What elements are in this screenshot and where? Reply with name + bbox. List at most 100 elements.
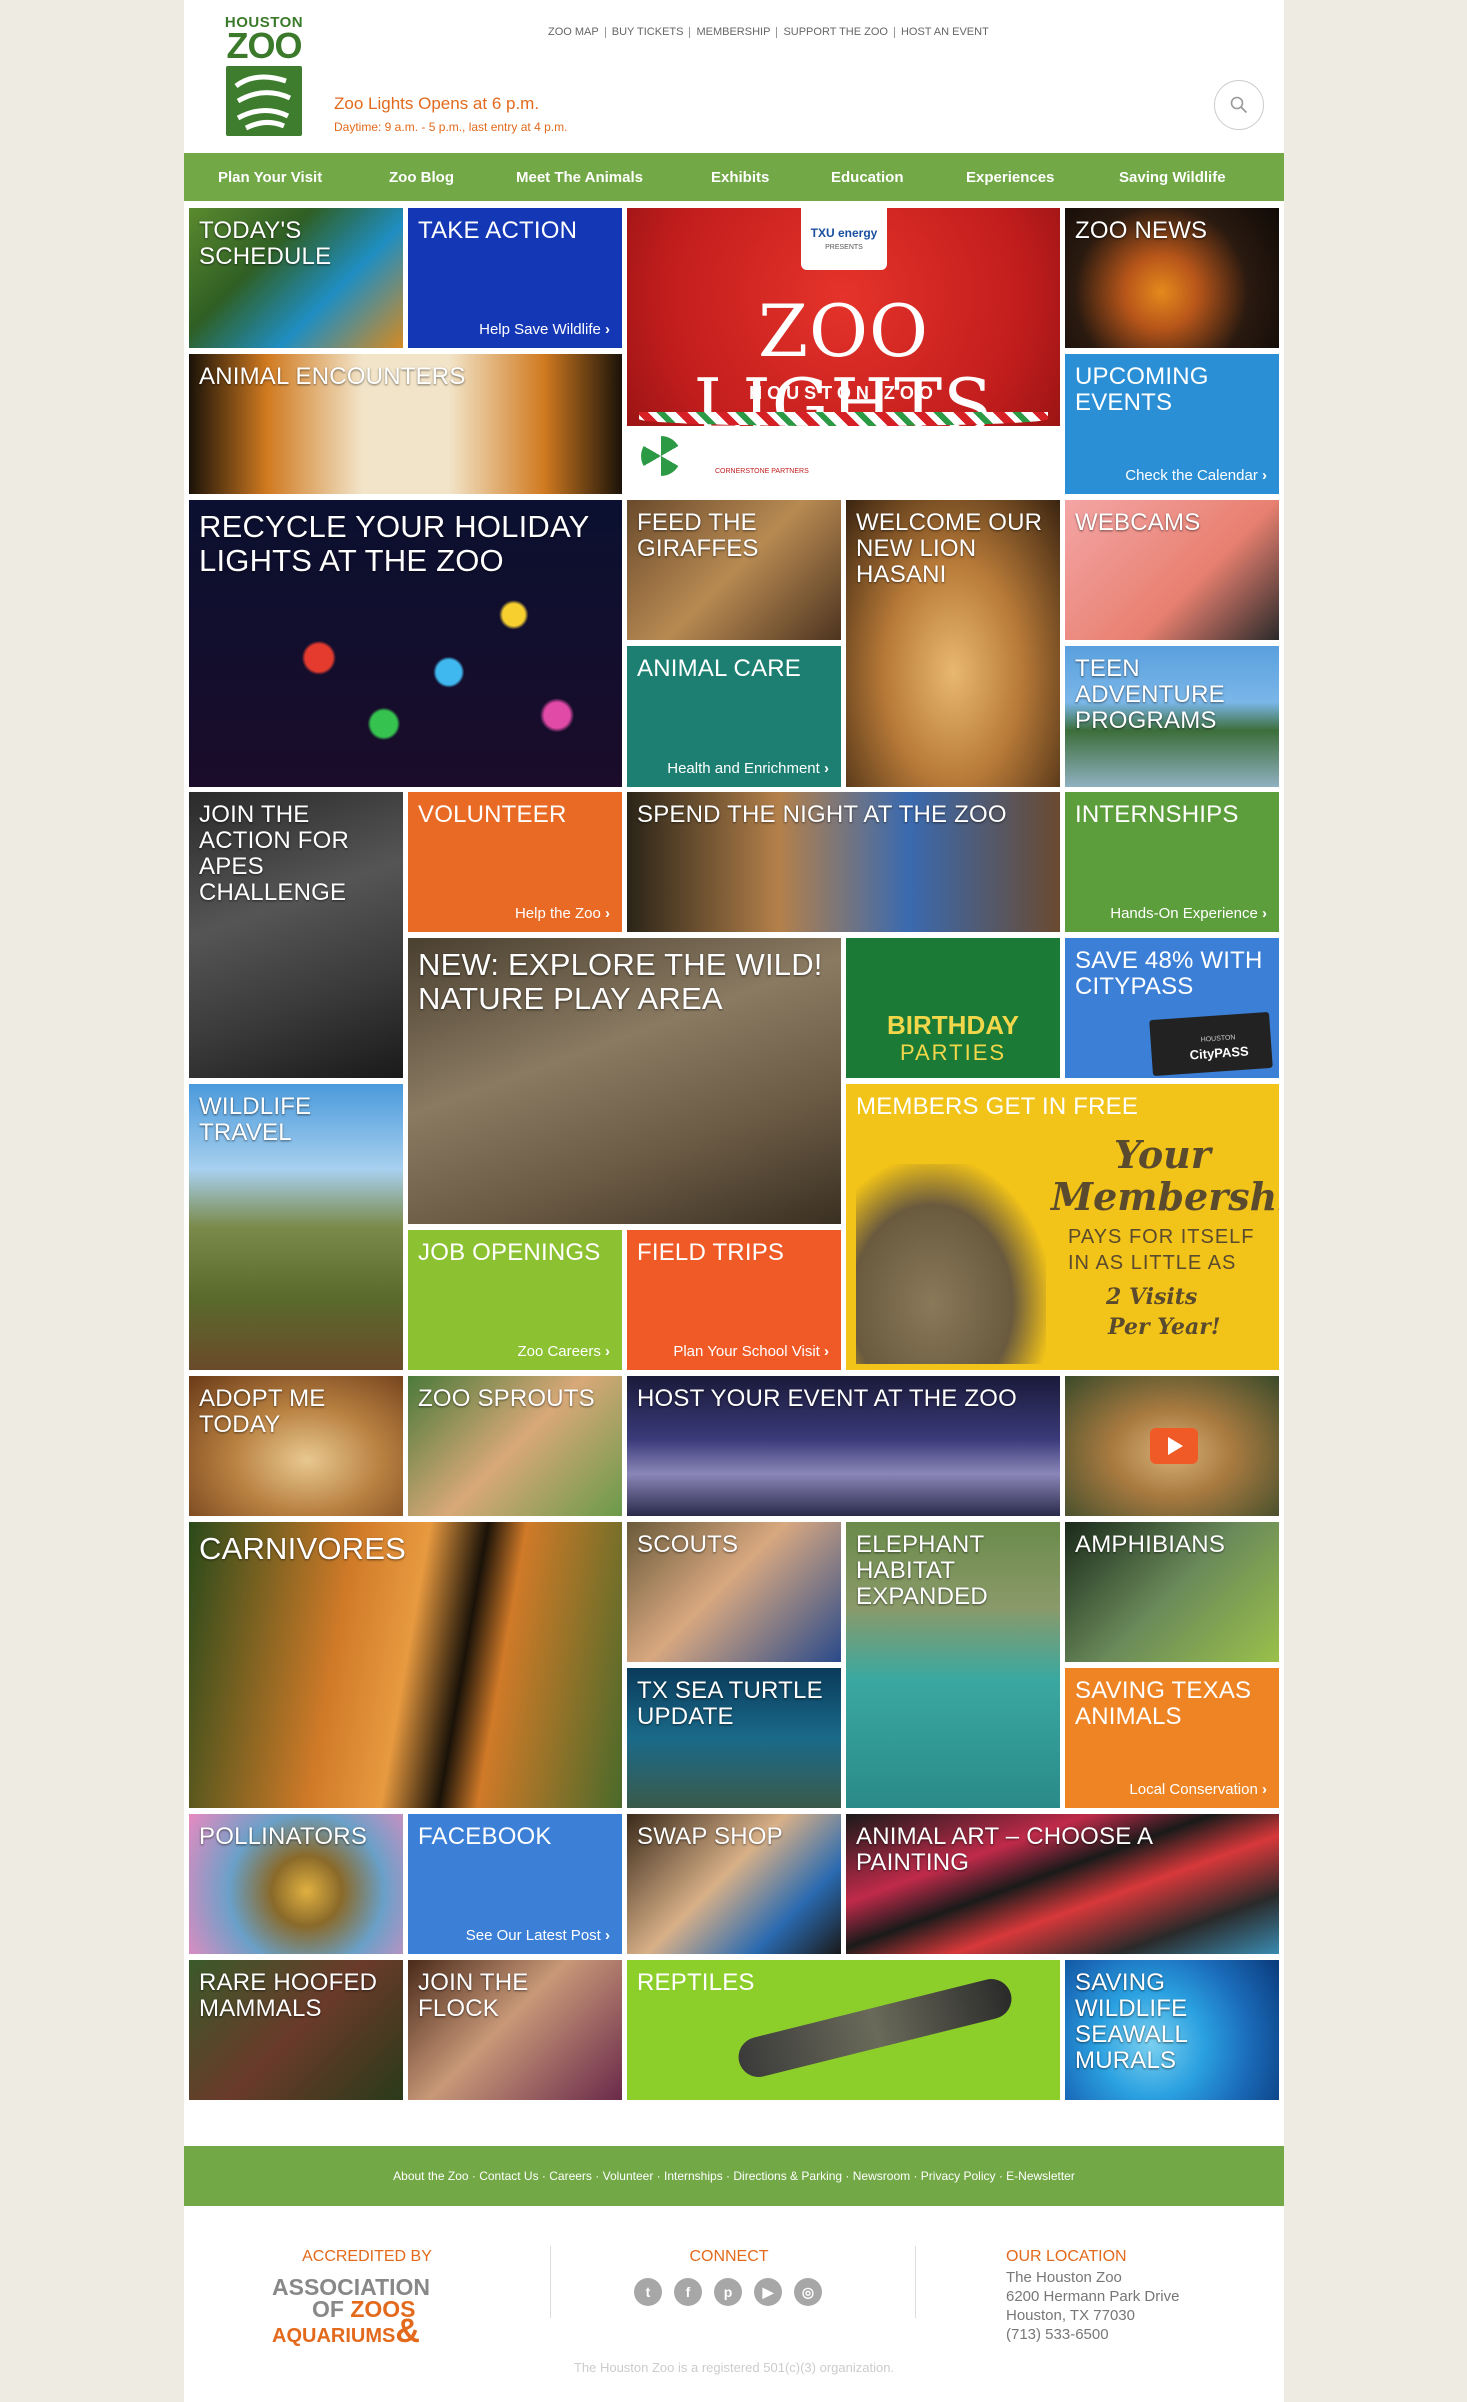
- tile-spend-night[interactable]: SPEND THE NIGHT AT THE ZOO: [627, 792, 1060, 932]
- host-event-link[interactable]: HOST AN EVENT: [895, 27, 995, 38]
- tile-animal-encounters[interactable]: ANIMAL ENCOUNTERS: [189, 354, 622, 494]
- footer-link-newsroom[interactable]: Newsroom: [853, 2169, 910, 2183]
- search-icon: [1230, 96, 1248, 114]
- tile-sub-link[interactable]: Zoo Careers: [517, 1343, 610, 1360]
- tile-jaguar-video[interactable]: [1065, 1376, 1279, 1516]
- tile-animal-care[interactable]: ANIMAL CARE Health and Enrichment: [627, 646, 841, 787]
- zoo-map-link[interactable]: ZOO MAP: [542, 27, 606, 38]
- nav-zoo-blog[interactable]: Zoo Blog: [389, 169, 454, 186]
- footer-divider: [550, 2246, 551, 2318]
- tile-facebook[interactable]: FACEBOOK See Our Latest Post: [408, 1814, 622, 1954]
- tile-members-free[interactable]: MEMBERS GET IN FREE Your Membership PAYS…: [846, 1084, 1279, 1370]
- tile-sea-turtle[interactable]: TX SEA TURTLE UPDATE: [627, 1668, 841, 1808]
- search-button[interactable]: [1214, 80, 1264, 130]
- logo-zoo-text: ZOO: [226, 25, 303, 66]
- tile-teen-adventure[interactable]: TEEN ADVENTURE PROGRAMS: [1065, 646, 1279, 787]
- tile-adopt-me[interactable]: ADOPT ME TODAY: [189, 1376, 403, 1516]
- instagram-icon[interactable]: ◎: [794, 2278, 822, 2306]
- buy-tickets-link[interactable]: BUY TICKETS: [606, 27, 691, 38]
- tile-elephant[interactable]: ELEPHANT HABITAT EXPANDED: [846, 1522, 1060, 1808]
- tile-title: RECYCLE YOUR HOLIDAY LIGHTS AT THE ZOO: [199, 509, 589, 578]
- tile-sub-link[interactable]: Help Save Wildlife: [479, 321, 610, 338]
- aza-logo[interactable]: ASSOCIATION OF ZOOS AQUARIUMS&: [272, 2276, 462, 2349]
- tile-todays-schedule[interactable]: TODAY'S SCHEDULE: [189, 208, 403, 348]
- tile-birthday-parties[interactable]: BIRTHDAY PARTIES: [846, 938, 1060, 1078]
- houston-zoo-logo[interactable]: HOUSTON ZOO: [222, 14, 306, 136]
- nav-experiences[interactable]: Experiences: [966, 169, 1054, 186]
- tile-sub-link[interactable]: Local Conservation: [1129, 1781, 1267, 1798]
- tile-title: MEMBERS GET IN FREE: [856, 1093, 1139, 1120]
- membership-line1: Your: [1114, 1132, 1211, 1177]
- tile-animal-art[interactable]: ANIMAL ART – CHOOSE A PAINTING: [846, 1814, 1279, 1954]
- tile-title: UPCOMING EVENTS: [1075, 363, 1209, 416]
- tile-volunteer[interactable]: VOLUNTEER Help the Zoo: [408, 792, 622, 932]
- support-zoo-link[interactable]: SUPPORT THE ZOO: [777, 27, 895, 38]
- tile-sub-link[interactable]: See Our Latest Post: [466, 1927, 610, 1944]
- footer-connect: CONNECT t f p ▶ ◎: [634, 2248, 834, 2306]
- tile-host-event[interactable]: HOST YOUR EVENT AT THE ZOO: [627, 1376, 1060, 1516]
- tile-saving-texas[interactable]: SAVING TEXAS ANIMALS Local Conservation: [1065, 1668, 1279, 1808]
- membership-line4: IN AS LITTLE AS: [1068, 1252, 1237, 1274]
- tile-rare-hoofed[interactable]: RARE HOOFED MAMMALS: [189, 1960, 403, 2100]
- nav-saving-wildlife[interactable]: Saving Wildlife: [1119, 169, 1226, 186]
- youtube-icon[interactable]: ▶: [754, 2278, 782, 2306]
- tile-title: TODAY'S SCHEDULE: [199, 217, 332, 270]
- citypass-card-brand: CityPASS: [1189, 1043, 1250, 1063]
- nav-exhibits[interactable]: Exhibits: [711, 169, 769, 186]
- footer-link-internships[interactable]: Internships: [664, 2169, 723, 2183]
- footer-link-contact[interactable]: Contact Us: [479, 2169, 538, 2183]
- tile-zoo-lights[interactable]: TXU energy PRESENTS ZOO LIGHTS HOUSTON Z…: [627, 208, 1060, 494]
- tile-seawall[interactable]: SAVING WILDLIFE SEAWALL MURALS: [1065, 1960, 1279, 2100]
- tile-citypass[interactable]: SAVE 48% WITH CITYPASS HOUSTON CityPASS: [1065, 938, 1279, 1078]
- page: HOUSTON ZOO ZOO MAP BUY TICKETS MEMBERSHIP…: [184, 0, 1284, 2402]
- nav-meet-the-animals[interactable]: Meet The Animals: [516, 169, 643, 186]
- tile-recycle-lights[interactable]: RECYCLE YOUR HOLIDAY LIGHTS AT THE ZOO: [189, 500, 622, 787]
- tile-reptiles[interactable]: REPTILES: [627, 1960, 1060, 2100]
- tile-zoo-sprouts[interactable]: ZOO SPROUTS: [408, 1376, 622, 1516]
- legal-text: The Houston Zoo is a registered 501(c)(3…: [573, 2360, 895, 2375]
- tile-apes-challenge[interactable]: JOIN THE ACTION FOR APES CHALLENGE: [189, 792, 403, 1078]
- twitter-icon[interactable]: t: [634, 2278, 662, 2306]
- tile-job-openings[interactable]: JOB OPENINGS Zoo Careers: [408, 1230, 622, 1370]
- footer-link-directions[interactable]: Directions & Parking: [733, 2169, 842, 2183]
- tile-nature-play[interactable]: NEW: EXPLORE THE WILD! NATURE PLAY AREA: [408, 938, 841, 1224]
- tile-feed-giraffes[interactable]: FEED THE GIRAFFES: [627, 500, 841, 640]
- tile-internships[interactable]: INTERNSHIPS Hands-On Experience: [1065, 792, 1279, 932]
- tile-title: ZOO SPROUTS: [418, 1385, 595, 1412]
- footer-link-careers[interactable]: Careers: [549, 2169, 592, 2183]
- footer-link-privacy[interactable]: Privacy Policy: [921, 2169, 996, 2183]
- footer-link-volunteer[interactable]: Volunteer: [603, 2169, 654, 2183]
- address-phone[interactable]: (713) 533-6500: [1006, 2325, 1226, 2344]
- tile-join-flock[interactable]: JOIN THE FLOCK: [408, 1960, 622, 2100]
- pinterest-icon[interactable]: p: [714, 2278, 742, 2306]
- nav-education[interactable]: Education: [831, 169, 904, 186]
- tile-take-action[interactable]: TAKE ACTION Help Save Wildlife: [408, 208, 622, 348]
- tile-webcams[interactable]: WEBCAMS: [1065, 500, 1279, 640]
- tile-title: SPEND THE NIGHT AT THE ZOO: [637, 801, 1007, 828]
- tile-carnivores[interactable]: CARNIVORES: [189, 1522, 622, 1808]
- facebook-icon[interactable]: f: [674, 2278, 702, 2306]
- membership-link[interactable]: MEMBERSHIP: [690, 27, 778, 38]
- tile-sub-link[interactable]: Hands-On Experience: [1110, 905, 1267, 922]
- tile-amphibians[interactable]: AMPHIBIANS: [1065, 1522, 1279, 1662]
- tile-field-trips[interactable]: FIELD TRIPS Plan Your School Visit: [627, 1230, 841, 1370]
- tile-wildlife-travel[interactable]: WILDLIFE TRAVEL: [189, 1084, 403, 1370]
- tile-swap-shop[interactable]: SWAP SHOP: [627, 1814, 841, 1954]
- footer-link-newsletter[interactable]: E-Newsletter: [1006, 2169, 1075, 2183]
- footer-link-about[interactable]: About the Zoo: [393, 2169, 468, 2183]
- tile-welcome-lion[interactable]: WELCOME OUR NEW LION HASANI: [846, 500, 1060, 787]
- tile-sub-link[interactable]: Plan Your School Visit: [673, 1343, 829, 1360]
- play-button-icon[interactable]: [1150, 1428, 1198, 1464]
- nav-plan-your-visit[interactable]: Plan Your Visit: [218, 169, 322, 186]
- tile-sub-link[interactable]: Health and Enrichment: [667, 760, 829, 777]
- notice-headline[interactable]: Zoo Lights Opens at 6 p.m.: [334, 94, 567, 114]
- tile-sub-link[interactable]: Check the Calendar: [1125, 467, 1267, 484]
- address-line-3: Houston, TX 77030: [1006, 2307, 1135, 2324]
- tile-title: HOST YOUR EVENT AT THE ZOO: [637, 1385, 1017, 1412]
- tile-upcoming-events[interactable]: UPCOMING EVENTS Check the Calendar: [1065, 354, 1279, 494]
- accredited-label: ACCREDITED BY: [302, 2248, 432, 2265]
- tile-zoo-news[interactable]: ZOO NEWS: [1065, 208, 1279, 348]
- tile-sub-link[interactable]: Help the Zoo: [515, 905, 610, 922]
- tile-scouts[interactable]: SCOUTS: [627, 1522, 841, 1662]
- tile-pollinators[interactable]: POLLINATORS: [189, 1814, 403, 1954]
